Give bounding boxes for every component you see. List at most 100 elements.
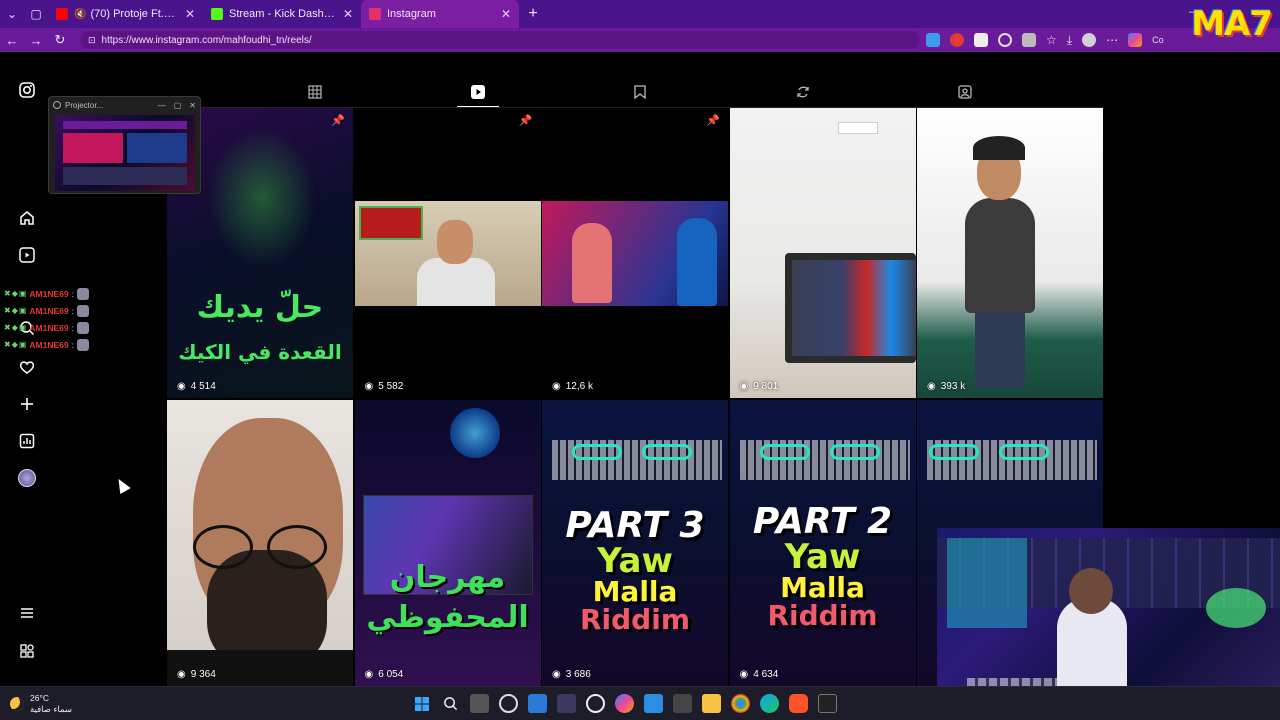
close-tab-icon[interactable]: ✕ <box>501 7 511 21</box>
extension-icon[interactable] <box>974 33 988 47</box>
view-count: ◉ 6 054 <box>364 669 404 680</box>
projector-title: Projector... <box>65 100 104 110</box>
eye-icon: ◉ <box>177 669 186 680</box>
badge-icons: ✖◆▣ <box>4 289 28 298</box>
projector-titlebar[interactable]: Projector... — ▢ ✕ <box>49 97 200 113</box>
brave-icon[interactable] <box>789 694 808 713</box>
eye-icon: ◉ <box>927 381 936 392</box>
teams-icon[interactable] <box>557 694 576 713</box>
reel-tile[interactable]: PART 3 Yaw Malla Riddim ◉ 3 686 <box>542 400 728 686</box>
reel-tile[interactable]: 📌 ◉ 5 582 <box>354 108 541 398</box>
projector-window[interactable]: Projector... — ▢ ✕ <box>48 96 201 194</box>
youtube-icon <box>56 8 68 20</box>
chat-username: AM1NE69 <box>29 322 69 333</box>
vscode-icon[interactable] <box>644 694 663 713</box>
tab-youtube[interactable]: 🔇 (70) Protoje Ft. Stephen Marley ✕ <box>48 0 203 28</box>
eye-icon: ◉ <box>552 669 561 680</box>
eye-icon: ◉ <box>364 381 374 392</box>
profile-avatar[interactable] <box>1082 33 1097 47</box>
reel-overlay-text: PART 3 <box>565 505 705 546</box>
chat-overlay: ✖◆▣ AM1NE69: ✖◆▣ AM1NE69: ✖◆▣ AM1NE69: ✖◆▣ A… <box>4 285 90 353</box>
badge-icons: ✖◆▣ <box>4 306 28 315</box>
search-icon[interactable] <box>441 694 460 713</box>
extension-icon[interactable] <box>950 33 964 47</box>
back-button[interactable]: ← <box>0 33 24 48</box>
chrome-icon[interactable] <box>731 694 750 713</box>
tab-reposts[interactable] <box>778 76 828 108</box>
extension-icon[interactable] <box>926 33 940 47</box>
menu-icon[interactable] <box>17 603 37 623</box>
reel-tile[interactable]: مهرجان المحفوظي ◉ 6 054 <box>354 400 541 686</box>
maximize-button[interactable]: ▢ <box>174 101 182 110</box>
moon-icon <box>10 697 24 711</box>
terminal-icon[interactable] <box>673 694 692 713</box>
home-icon[interactable] <box>17 208 37 228</box>
obs-icon <box>53 101 61 109</box>
muted-speaker-icon[interactable]: 🔇 <box>74 9 86 20</box>
kick-icon <box>211 8 223 20</box>
heart-icon[interactable] <box>17 357 37 377</box>
bookmark-icon <box>634 85 646 99</box>
reel-overlay-text: حلّ يديك <box>196 290 324 325</box>
chatgpt-icon[interactable] <box>586 694 605 713</box>
extensions-row: ☆ ⤓ ⋯ <box>926 33 1143 48</box>
create-icon[interactable] <box>17 394 37 414</box>
instagram-icon[interactable] <box>17 80 37 100</box>
eye-icon: ◉ <box>739 381 749 392</box>
new-tab-button[interactable]: + <box>519 5 547 23</box>
minimize-button[interactable]: — <box>158 101 166 110</box>
close-button[interactable]: ✕ <box>189 101 196 110</box>
reel-tile[interactable]: ◉ 393 k <box>917 108 1103 398</box>
close-tab-icon[interactable]: ✕ <box>185 7 195 21</box>
widgets-icon[interactable] <box>528 694 547 713</box>
tab-reels[interactable] <box>453 76 503 108</box>
tab-posts[interactable] <box>290 76 340 108</box>
chat-message: ✖◆▣ AM1NE69: <box>4 336 90 353</box>
reels-icon[interactable] <box>17 245 37 265</box>
reel-tile[interactable]: 📌 ◉ 12,6 k <box>542 108 728 398</box>
url-text: https://www.instagram.com/mahfoudhi_tn/r… <box>101 34 312 46</box>
tab-instagram[interactable]: Instagram ✕ <box>361 0 519 28</box>
task-view-icon[interactable] <box>470 694 489 713</box>
reel-tile[interactable]: PART 2 Yaw Malla Riddim ◉ 4 634 <box>729 400 916 686</box>
more-options-icon[interactable]: ⋯ <box>1106 33 1118 47</box>
refresh-extension-icon[interactable] <box>998 33 1012 47</box>
dashboard-icon[interactable] <box>17 431 37 451</box>
download-icon[interactable]: ⤓ <box>1067 33 1072 48</box>
copilot-icon[interactable] <box>1128 33 1143 47</box>
forward-button[interactable]: → <box>24 33 48 48</box>
view-count: ◉ 4 514 <box>177 381 216 392</box>
badge-icons: ✖◆▣ <box>4 340 28 349</box>
cmd-icon[interactable] <box>818 694 837 713</box>
reel-tile[interactable]: ◉ 9 364 <box>167 400 353 686</box>
tab-saved[interactable] <box>615 76 665 108</box>
url-field[interactable]: ⊡ https://www.instagram.com/mahfoudhi_tn… <box>80 31 920 49</box>
copilot-icon[interactable] <box>615 694 634 713</box>
close-tab-icon[interactable]: ✕ <box>343 7 353 21</box>
view-count: ◉ 4 634 <box>739 669 779 680</box>
eye-icon: ◉ <box>552 381 561 392</box>
favorites-icon[interactable]: ☆ <box>1046 33 1057 47</box>
workspaces-icon[interactable]: ▢ <box>24 0 48 28</box>
reel-overlay-text: Yaw <box>784 537 861 577</box>
reel-overlay-text: مهرجان <box>389 560 506 595</box>
more-icon[interactable] <box>17 641 37 661</box>
obs-icon[interactable] <box>499 694 518 713</box>
tab-tagged[interactable] <box>940 76 990 108</box>
file-explorer-icon[interactable] <box>702 694 721 713</box>
refresh-button[interactable]: ↻ <box>48 32 72 48</box>
profile-avatar[interactable] <box>17 468 37 488</box>
emote-icon <box>77 321 90 334</box>
site-info-icon[interactable]: ⊡ <box>88 35 96 46</box>
view-count: ◉ 393 k <box>927 381 966 392</box>
browser-tab-bar: ⌄ ▢ 🔇 (70) Protoje Ft. Stephen Marley ✕ … <box>0 0 1280 28</box>
weather-widget[interactable]: 26°C سماء صافية <box>10 693 72 715</box>
windows-start-icon[interactable] <box>412 694 431 713</box>
extension-icon[interactable] <box>1022 33 1036 47</box>
chat-username: AM1NE69 <box>29 339 69 350</box>
tab-kick[interactable]: Stream - Kick Dashboard ✕ <box>203 0 361 28</box>
edge-icon[interactable] <box>760 694 779 713</box>
reel-tile[interactable]: ◉ 9 801 <box>729 108 916 398</box>
taskbar-apps <box>412 694 837 713</box>
tab-list-button[interactable]: ⌄ <box>0 0 24 28</box>
